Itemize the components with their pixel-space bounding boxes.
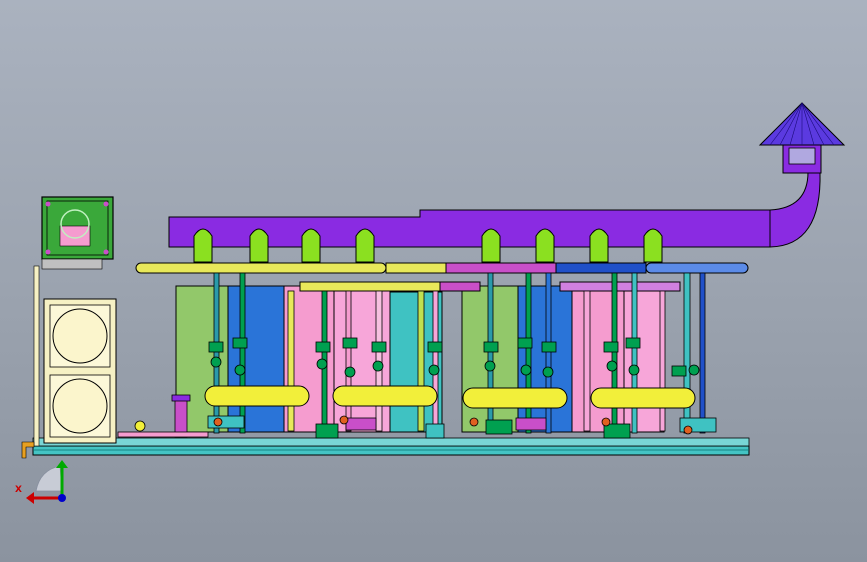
control-cabinet xyxy=(41,196,114,270)
triad-x-label: X xyxy=(15,485,22,495)
exhaust-duct xyxy=(168,102,846,248)
base-skid xyxy=(32,437,750,456)
cad-viewport[interactable]: X xyxy=(0,0,867,562)
water-storage-tank xyxy=(21,265,117,459)
coordinate-triad-icon xyxy=(26,460,68,504)
equipment-model-drawing[interactable] xyxy=(0,0,867,562)
distribution-vessels xyxy=(204,385,696,409)
